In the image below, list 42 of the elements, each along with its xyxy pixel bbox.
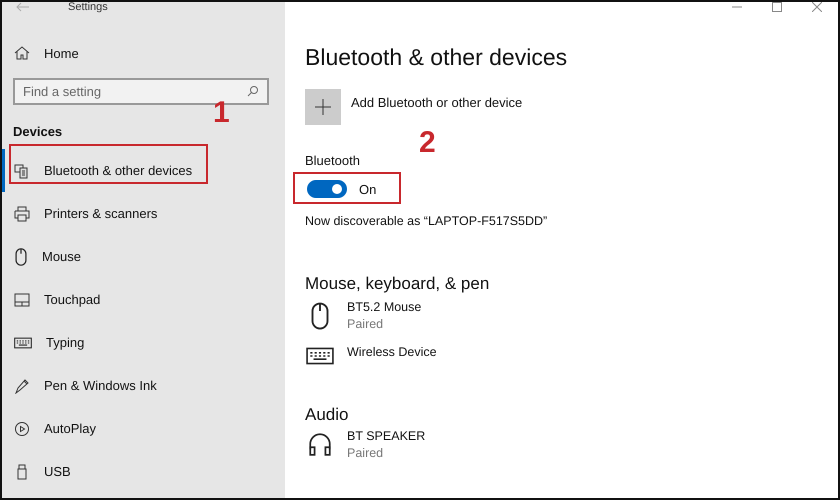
sidebar-item[interactable]: Printers & scanners (2, 192, 285, 235)
group-heading: Audio (305, 405, 350, 425)
mouse-icon (310, 302, 330, 330)
home-item[interactable]: Home (2, 34, 285, 72)
back-arrow-icon[interactable] (16, 2, 30, 12)
keyboard-icon (306, 347, 334, 365)
sidebar-item[interactable]: Typing (2, 321, 285, 364)
device-status: Paired (347, 317, 384, 331)
toggle-state: On (359, 182, 376, 196)
add-device-button[interactable] (305, 89, 341, 125)
sidebar-item[interactable]: Touchpad (2, 278, 285, 321)
search-icon (247, 85, 259, 97)
device-name[interactable]: Wireless Device (347, 345, 437, 359)
plus-icon (315, 99, 331, 115)
sidebar-item[interactable]: Mouse (2, 235, 285, 278)
keyboard-icon (14, 336, 32, 348)
pen-icon (14, 378, 30, 394)
bluetooth-devices-icon (14, 162, 30, 178)
device-status: Paired (347, 446, 384, 460)
section-heading: Devices (13, 124, 64, 139)
mouse-icon (14, 248, 28, 266)
sidebar-item[interactable]: USB (2, 450, 285, 493)
printer-icon (14, 206, 30, 222)
bluetooth-label: Bluetooth (305, 153, 361, 168)
add-device-label[interactable]: Add Bluetooth or other device (351, 95, 522, 110)
touchpad-icon (14, 292, 30, 308)
sidebar-item[interactable]: AutoPlay (2, 407, 285, 450)
page-title: Bluetooth & other devices (305, 44, 568, 71)
device-name[interactable]: BT5.2 Mouse (347, 300, 422, 314)
headphones-icon (307, 431, 333, 457)
discoverable-text: Now discoverable as “LAPTOP-F517S5DD” (305, 214, 548, 228)
maximize-icon[interactable] (772, 2, 782, 12)
home-icon (14, 45, 30, 61)
group-heading: Mouse, keyboard, & pen (305, 274, 490, 294)
play-circle-icon (14, 420, 30, 436)
close-icon[interactable] (812, 2, 822, 12)
window-title: Settings (68, 2, 108, 13)
sidebar-item[interactable]: Pen & Windows Ink (2, 364, 285, 407)
bluetooth-toggle[interactable] (307, 180, 347, 198)
annotation-number: 2 (419, 128, 436, 158)
device-name[interactable]: BT SPEAKER (347, 429, 426, 443)
sidebar-item[interactable]: Bluetooth & other devices (2, 149, 285, 192)
